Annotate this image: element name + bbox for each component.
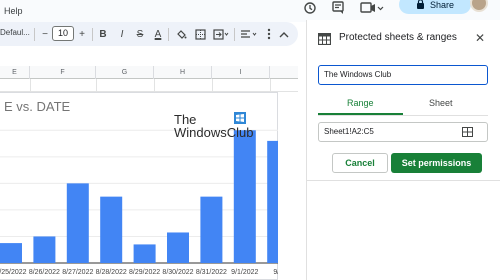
top-bar: Help Share bbox=[0, 0, 500, 22]
share-label: Share bbox=[429, 0, 455, 10]
tabs-divider bbox=[318, 115, 488, 116]
toolbar-divider bbox=[34, 28, 35, 41]
chart-x-tick-label: 8/29/2022 bbox=[129, 269, 160, 276]
panel-title: Protected sheets & ranges bbox=[339, 32, 457, 43]
chart-bar[interactable] bbox=[200, 196, 223, 263]
borders-icon[interactable] bbox=[194, 27, 206, 41]
column-header-e[interactable]: E bbox=[0, 66, 30, 79]
chart-x-tick-label: 8/27/2022 bbox=[62, 269, 93, 276]
chart-bar[interactable] bbox=[267, 140, 278, 263]
panel-divider bbox=[307, 180, 500, 181]
formatting-toolbar: Defaul... − 10 + B I S A bbox=[0, 22, 298, 46]
font-family-select[interactable]: Defaul... bbox=[0, 28, 30, 37]
active-tab-indicator bbox=[318, 113, 403, 115]
chart-x-tick-label: 9/2 bbox=[273, 269, 278, 276]
text-color-button[interactable]: A bbox=[152, 27, 164, 41]
chart-bar[interactable] bbox=[133, 244, 156, 263]
chart-x-tick-label: 8/25/2022 bbox=[0, 269, 27, 276]
column-header-f[interactable]: F bbox=[30, 66, 96, 79]
column-header-i[interactable]: I bbox=[212, 66, 270, 79]
chart-x-tick-label: 8/30/2022 bbox=[162, 269, 193, 276]
column-header-g[interactable]: G bbox=[96, 66, 154, 79]
toolbar-divider bbox=[92, 28, 93, 41]
font-size-input[interactable]: 10 bbox=[52, 26, 74, 41]
fill-color-icon[interactable] bbox=[175, 27, 187, 41]
chart-x-tick-label: 8/26/2022 bbox=[29, 269, 60, 276]
table-icon bbox=[317, 32, 332, 50]
column-headers: E F G H I bbox=[0, 66, 298, 79]
chevron-up-icon[interactable] bbox=[278, 27, 290, 41]
close-icon[interactable]: ✕ bbox=[473, 31, 487, 45]
watermark-line-2: WindowsClub bbox=[174, 125, 254, 140]
set-permissions-button[interactable]: Set permissions bbox=[391, 153, 482, 173]
chart-bar[interactable] bbox=[33, 236, 56, 263]
description-input[interactable]: The Windows Club bbox=[318, 65, 488, 85]
select-range-icon[interactable] bbox=[462, 127, 473, 137]
decrease-font-size-button[interactable]: − bbox=[40, 27, 50, 41]
bold-button[interactable]: B bbox=[98, 27, 108, 41]
video-call-icon[interactable] bbox=[360, 0, 384, 16]
protected-ranges-panel: Protected sheets & ranges ✕ The Windows … bbox=[306, 20, 500, 280]
horizontal-align-icon[interactable] bbox=[240, 27, 258, 41]
increase-font-size-button[interactable]: + bbox=[77, 27, 87, 41]
tab-sheet[interactable]: Sheet bbox=[429, 98, 453, 108]
chart-bar[interactable] bbox=[167, 232, 189, 263]
comment-icon[interactable] bbox=[330, 0, 346, 16]
italic-button[interactable]: I bbox=[117, 27, 127, 41]
chart-x-tick-label: 8/31/2022 bbox=[196, 269, 227, 276]
chart-bar[interactable] bbox=[100, 196, 123, 263]
chart-bar[interactable] bbox=[66, 183, 89, 263]
strikethrough-button[interactable]: S bbox=[135, 27, 145, 41]
toolbar-divider bbox=[168, 28, 169, 41]
history-icon[interactable] bbox=[302, 0, 318, 16]
cancel-button[interactable]: Cancel bbox=[332, 153, 388, 173]
panel-header: Protected sheets & ranges ✕ bbox=[307, 30, 500, 48]
chart-x-tick-label: 9/1/2022 bbox=[231, 269, 258, 276]
toolbar-divider bbox=[234, 28, 235, 41]
chart-bar[interactable] bbox=[0, 243, 22, 263]
chart-x-tick-label: 8/28/2022 bbox=[96, 269, 127, 276]
more-options-icon[interactable] bbox=[264, 27, 274, 41]
chart-bar[interactable] bbox=[233, 130, 256, 263]
lock-icon bbox=[416, 0, 425, 11]
avatar[interactable] bbox=[470, 0, 488, 12]
watermark-logo-icon bbox=[234, 112, 246, 124]
tab-range[interactable]: Range bbox=[347, 98, 374, 108]
merge-cells-icon[interactable] bbox=[213, 27, 229, 41]
column-header-h[interactable]: H bbox=[154, 66, 212, 79]
share-button[interactable]: Share bbox=[399, 0, 471, 14]
menu-help[interactable]: Help bbox=[4, 6, 23, 16]
